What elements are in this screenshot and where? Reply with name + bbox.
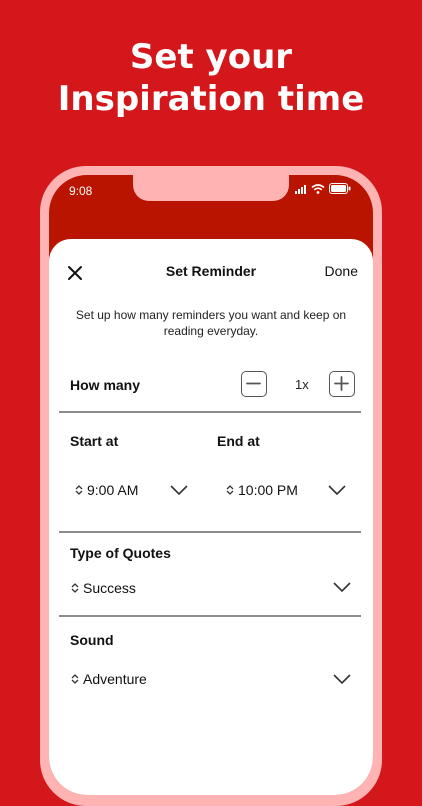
how-many-label: How many (70, 377, 141, 393)
quote-type-value: Success (83, 580, 136, 596)
status-time: 9:08 (69, 184, 93, 198)
decrement-button[interactable] (241, 371, 267, 397)
reminder-sheet: Set Reminder Done Set up how many remind… (49, 239, 373, 795)
signal-icon (295, 184, 306, 194)
end-time-value: 10:00 PM (238, 482, 298, 498)
up-down-icon (75, 485, 83, 495)
sound-value: Adventure (83, 671, 147, 687)
chevron-down-icon[interactable] (327, 484, 347, 496)
increment-button[interactable] (329, 371, 355, 397)
phone-screen: 9:08 Set Reminder Done Set up how many r… (49, 175, 373, 795)
quote-type-label: Type of Quotes (70, 545, 171, 561)
start-time-picker[interactable]: 9:00 AM (74, 482, 138, 498)
divider (59, 615, 361, 617)
wifi-icon (311, 183, 325, 194)
divider (59, 411, 361, 413)
sound-picker[interactable]: Adventure (70, 671, 147, 687)
start-at-label: Start at (70, 433, 119, 449)
headline-line-1: Set your (129, 37, 293, 77)
battery-icon (329, 183, 351, 194)
reminder-count: 1x (295, 377, 309, 392)
chevron-down-icon[interactable] (332, 581, 352, 593)
start-time-value: 9:00 AM (87, 482, 139, 498)
chevron-down-icon[interactable] (332, 673, 352, 685)
up-down-icon (71, 674, 79, 684)
up-down-icon (226, 485, 234, 495)
minus-icon (246, 382, 261, 385)
up-down-icon (71, 583, 79, 593)
plus-icon (334, 376, 349, 391)
divider (59, 531, 361, 533)
headline-line-2: Inspiration time (57, 79, 365, 119)
status-icons (295, 183, 351, 194)
done-button[interactable]: Done (325, 263, 358, 279)
phone-notch (133, 175, 289, 201)
chevron-down-icon[interactable] (169, 484, 189, 496)
headline: Set your Inspiration time (0, 36, 422, 120)
sound-label: Sound (70, 632, 114, 648)
quote-type-picker[interactable]: Success (70, 580, 136, 596)
description-text: Set up how many reminders you want and k… (75, 308, 347, 338)
end-at-label: End at (217, 433, 260, 449)
end-time-picker[interactable]: 10:00 PM (225, 482, 298, 498)
